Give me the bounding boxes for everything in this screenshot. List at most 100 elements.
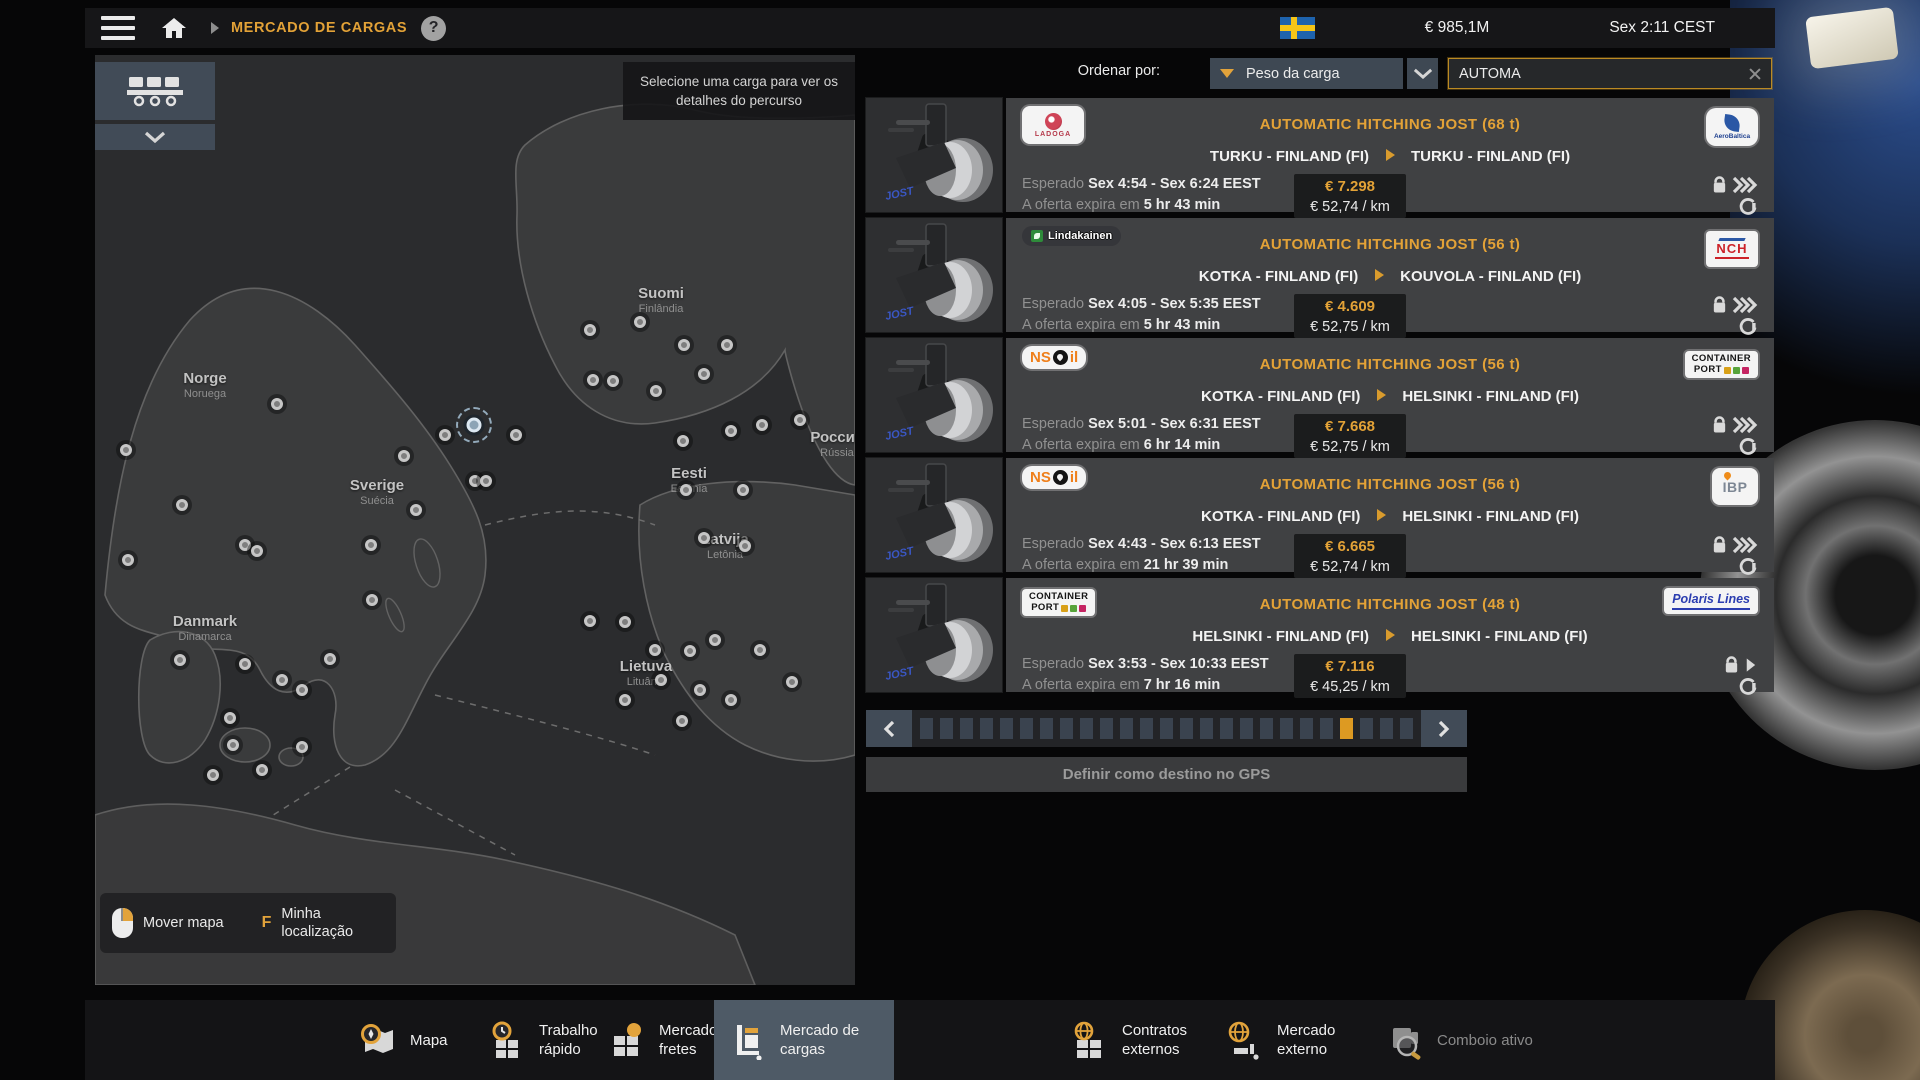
expected-time: Sex 4:05 - Sex 5:35 EEST bbox=[1088, 296, 1261, 312]
page-tick[interactable] bbox=[1180, 718, 1193, 739]
help-icon[interactable]: ? bbox=[421, 16, 446, 41]
city-marker bbox=[224, 712, 236, 724]
page-tick[interactable] bbox=[1360, 718, 1373, 739]
search-input[interactable] bbox=[1449, 66, 1747, 82]
cargo-route: TURKU - FINLAND (FI) TURKU - FINLAND (FI… bbox=[1022, 148, 1758, 172]
cargo-offer-row[interactable]: JOST CONTAINERPORT AUTOMATIC HITCHING JO… bbox=[866, 578, 1774, 692]
price-box: € 7.116 € 45,25 / km bbox=[1294, 654, 1406, 698]
cargo-price-per-km: € 52,75 / km bbox=[1298, 317, 1402, 337]
page-tick[interactable] bbox=[1320, 718, 1333, 739]
cargo-market-icon bbox=[728, 1020, 768, 1060]
cargo-route: KOTKA - FINLAND (FI) KOUVOLA - FINLAND (… bbox=[1022, 268, 1758, 292]
city-marker bbox=[410, 504, 422, 516]
nav-item-cargo-market[interactable]: Mercado de cargas bbox=[714, 1000, 894, 1080]
cargo-offer-row[interactable]: JOST LADOGA AUTOMATIC HITCHING JOST (68 … bbox=[866, 98, 1774, 212]
mouse-right-button-icon bbox=[112, 908, 133, 938]
pagination-bar bbox=[866, 710, 1467, 747]
nch-logo: NCH bbox=[1706, 231, 1758, 267]
page-tick[interactable] bbox=[1000, 718, 1013, 739]
receiver-logo-slot: AeroBaltica bbox=[1706, 108, 1758, 146]
cargo-times: Esperado Sex 3:53 - Sex 10:33 EEST A ofe… bbox=[1022, 654, 1294, 698]
fast-delivery-icon bbox=[1731, 175, 1758, 195]
city-marker bbox=[120, 444, 132, 456]
weight-icon bbox=[1711, 415, 1728, 435]
cargo-offer-list: JOST LADOGA AUTOMATIC HITCHING JOST (68 … bbox=[866, 98, 1774, 698]
page-tick[interactable] bbox=[1040, 718, 1053, 739]
route-from: TURKU - FINLAND (FI) bbox=[1210, 148, 1369, 165]
page-tick[interactable] bbox=[1240, 718, 1253, 739]
city-marker bbox=[365, 539, 377, 551]
page-tick[interactable] bbox=[1060, 718, 1073, 739]
menu-icon[interactable] bbox=[101, 16, 135, 40]
page-tick[interactable] bbox=[1200, 718, 1213, 739]
cargo-price: € 7.668 bbox=[1298, 416, 1402, 437]
trailer-config-button[interactable] bbox=[95, 62, 215, 120]
city-marker bbox=[584, 324, 596, 336]
polaris-logo: Polaris Lines bbox=[1664, 588, 1758, 614]
page-tick[interactable] bbox=[1140, 718, 1153, 739]
logo-text: Polaris Lines bbox=[1672, 592, 1750, 606]
weight-icon bbox=[1711, 535, 1728, 555]
chevron-left-icon bbox=[883, 720, 895, 738]
nav-item-convoy[interactable]: Comboio ativo bbox=[1371, 1000, 1551, 1080]
clear-search-icon[interactable] bbox=[1747, 66, 1763, 82]
expected-time: Sex 4:54 - Sex 6:24 EEST bbox=[1088, 176, 1261, 192]
map-viewport[interactable]: NorgeNoruegaSverigeSuéciaSuomiFinlândiaD… bbox=[95, 55, 855, 985]
cargo-info: LADOGA AUTOMATIC HITCHING JOST (68 t) Ae… bbox=[1006, 98, 1774, 212]
page-tick[interactable] bbox=[1400, 718, 1413, 739]
cargo-offer-row[interactable]: JOST Lindakainen AUTOMATIC HITCHING JOST… bbox=[866, 218, 1774, 332]
page-tick[interactable] bbox=[1100, 718, 1113, 739]
cargo-times: Esperado Sex 4:05 - Sex 5:35 EEST A ofer… bbox=[1022, 294, 1294, 338]
cargo-image: JOST bbox=[866, 98, 1002, 212]
sort-direction-button[interactable] bbox=[1407, 58, 1438, 89]
city-marker bbox=[439, 429, 451, 441]
nav-item-external-market[interactable]: Mercado externo bbox=[1211, 1000, 1391, 1080]
external-market-icon bbox=[1225, 1020, 1265, 1060]
page-tick[interactable] bbox=[960, 718, 973, 739]
city-marker bbox=[709, 634, 721, 646]
nav-label: Contratos externos bbox=[1122, 1021, 1222, 1059]
chevron-right-icon bbox=[1438, 720, 1450, 738]
fast-delivery-icon bbox=[1731, 295, 1758, 315]
expires-time: 21 hr 39 min bbox=[1144, 557, 1229, 573]
home-icon[interactable] bbox=[161, 16, 187, 40]
city-marker bbox=[786, 676, 798, 688]
page-tick[interactable] bbox=[1340, 718, 1353, 739]
city-marker bbox=[296, 684, 308, 696]
city-marker bbox=[725, 425, 737, 437]
cargo-offer-row[interactable]: JOST NSil AUTOMATIC HITCHING JOST (56 t)… bbox=[866, 338, 1774, 452]
fast-delivery-icon bbox=[1731, 415, 1758, 435]
cargo-offer-row[interactable]: JOST NSil AUTOMATIC HITCHING JOST (56 t)… bbox=[866, 458, 1774, 572]
freight-market-icon bbox=[607, 1020, 647, 1060]
page-tick[interactable] bbox=[1380, 718, 1393, 739]
city-marker bbox=[698, 368, 710, 380]
city-marker bbox=[239, 539, 251, 551]
cargo-image: JOST bbox=[866, 458, 1002, 572]
player-location-marker bbox=[467, 418, 482, 433]
page-tick[interactable] bbox=[1260, 718, 1273, 739]
page-tick[interactable] bbox=[1220, 718, 1233, 739]
page-tick[interactable] bbox=[1280, 718, 1293, 739]
set-gps-destination-button[interactable]: Definir como destino no GPS bbox=[866, 757, 1467, 792]
prev-page-button[interactable] bbox=[866, 710, 912, 747]
truck-stripe-icon bbox=[1718, 238, 1745, 241]
next-page-button[interactable] bbox=[1421, 710, 1467, 747]
page-tick[interactable] bbox=[1300, 718, 1313, 739]
nav-item-external-contracts[interactable]: Contratos externos bbox=[1056, 1000, 1236, 1080]
move-map-hint: Mover mapa bbox=[143, 915, 224, 931]
map-collapse-button[interactable] bbox=[95, 124, 215, 150]
page-tick[interactable] bbox=[920, 718, 933, 739]
sort-dropdown[interactable]: Peso da carga bbox=[1210, 58, 1403, 89]
weight-icon bbox=[1723, 655, 1740, 675]
page-tick[interactable] bbox=[980, 718, 993, 739]
page-tick[interactable] bbox=[1160, 718, 1173, 739]
page-tick[interactable] bbox=[1120, 718, 1133, 739]
page-tick[interactable] bbox=[940, 718, 953, 739]
city-marker bbox=[725, 694, 737, 706]
city-marker bbox=[510, 429, 522, 441]
page-tick[interactable] bbox=[1020, 718, 1033, 739]
expires-time: 5 hr 43 min bbox=[1144, 197, 1221, 213]
city-marker bbox=[398, 450, 410, 462]
page-tick[interactable] bbox=[1080, 718, 1093, 739]
city-marker bbox=[251, 545, 263, 557]
